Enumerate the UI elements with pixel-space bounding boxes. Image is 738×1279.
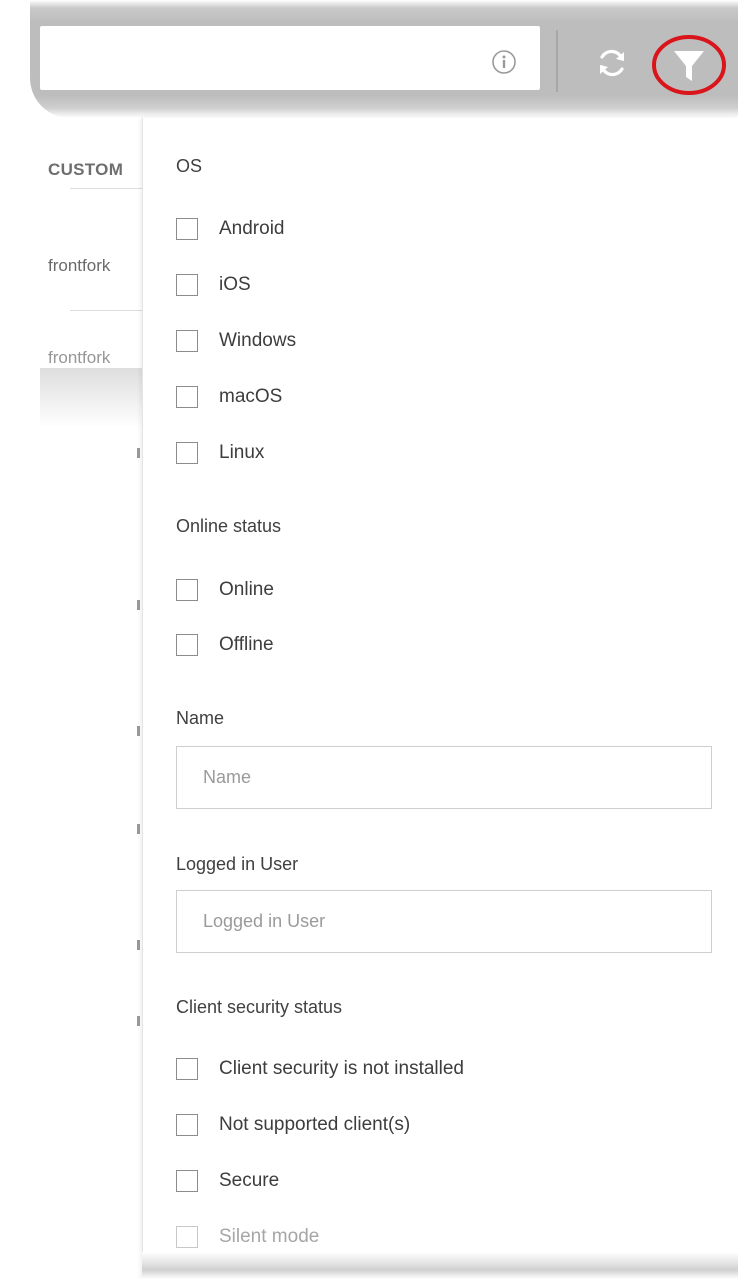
option-label: Offline <box>219 634 274 655</box>
filter-button[interactable] <box>650 32 728 98</box>
table-tick <box>137 726 140 736</box>
row-shadow <box>40 368 142 428</box>
filter-panel: OS Android iOS Windows macOS Linux Onlin… <box>142 118 738 1279</box>
search-input[interactable] <box>40 26 540 90</box>
os-option-ios[interactable]: iOS <box>176 273 251 297</box>
client-security-option-not-supported[interactable]: Not supported client(s) <box>176 1113 410 1137</box>
option-label: Secure <box>219 1170 280 1191</box>
client-security-status-section-title: Client security status <box>176 997 343 1017</box>
online-status-option-offline[interactable]: Offline <box>176 633 274 657</box>
option-label: Client security is not installed <box>219 1058 464 1079</box>
toolbar-divider <box>556 30 558 92</box>
logged-in-user-field[interactable] <box>176 890 712 953</box>
screenshot-tear-edge <box>142 1252 738 1279</box>
option-label: macOS <box>219 386 283 407</box>
table-tick <box>137 940 140 950</box>
table-row[interactable]: frontfork <box>48 256 110 276</box>
online-status-option-online[interactable]: Online <box>176 578 274 602</box>
logged-in-user-section-title: Logged in User <box>176 854 299 874</box>
option-label: Silent mode <box>219 1226 320 1247</box>
checkbox[interactable] <box>176 1226 198 1248</box>
table-row[interactable]: frontfork <box>48 348 110 368</box>
checkbox[interactable] <box>176 1114 198 1136</box>
client-security-option-secure[interactable]: Secure <box>176 1169 279 1193</box>
filter-icon <box>652 35 726 95</box>
table-divider <box>70 188 142 189</box>
table-tick <box>137 824 140 834</box>
checkbox[interactable] <box>176 386 198 408</box>
toolbar <box>0 0 738 118</box>
checkbox[interactable] <box>176 579 198 601</box>
refresh-icon[interactable] <box>593 44 631 82</box>
os-section-title: OS <box>176 156 203 176</box>
name-field[interactable] <box>176 746 712 809</box>
os-option-linux[interactable]: Linux <box>176 441 264 465</box>
option-label: Linux <box>219 442 265 463</box>
os-option-macos[interactable]: macOS <box>176 385 282 409</box>
client-security-option-silent-mode[interactable]: Silent mode <box>176 1225 319 1249</box>
checkbox[interactable] <box>176 442 198 464</box>
checkbox[interactable] <box>176 218 198 240</box>
os-option-windows[interactable]: Windows <box>176 329 296 353</box>
checkbox[interactable] <box>176 1170 198 1192</box>
option-label: Not supported client(s) <box>219 1114 411 1135</box>
online-status-section-title: Online status <box>176 516 282 536</box>
option-label: Windows <box>219 330 297 351</box>
table-tick <box>137 448 140 458</box>
name-section-title: Name <box>176 708 225 728</box>
column-header: CUSTOM <box>48 160 124 179</box>
table-tick <box>137 600 140 610</box>
option-label: Online <box>219 579 274 600</box>
checkbox[interactable] <box>176 634 198 656</box>
option-label: Android <box>219 218 285 239</box>
background-table: CUSTOM frontfork frontfork <box>0 118 142 1279</box>
os-option-android[interactable]: Android <box>176 217 285 241</box>
checkbox[interactable] <box>176 330 198 352</box>
table-divider <box>70 310 142 311</box>
info-icon[interactable] <box>490 48 518 76</box>
checkbox[interactable] <box>176 1058 198 1080</box>
option-label: iOS <box>219 274 251 295</box>
table-tick <box>137 1016 140 1026</box>
checkbox[interactable] <box>176 274 198 296</box>
client-security-option-not-installed[interactable]: Client security is not installed <box>176 1057 464 1081</box>
